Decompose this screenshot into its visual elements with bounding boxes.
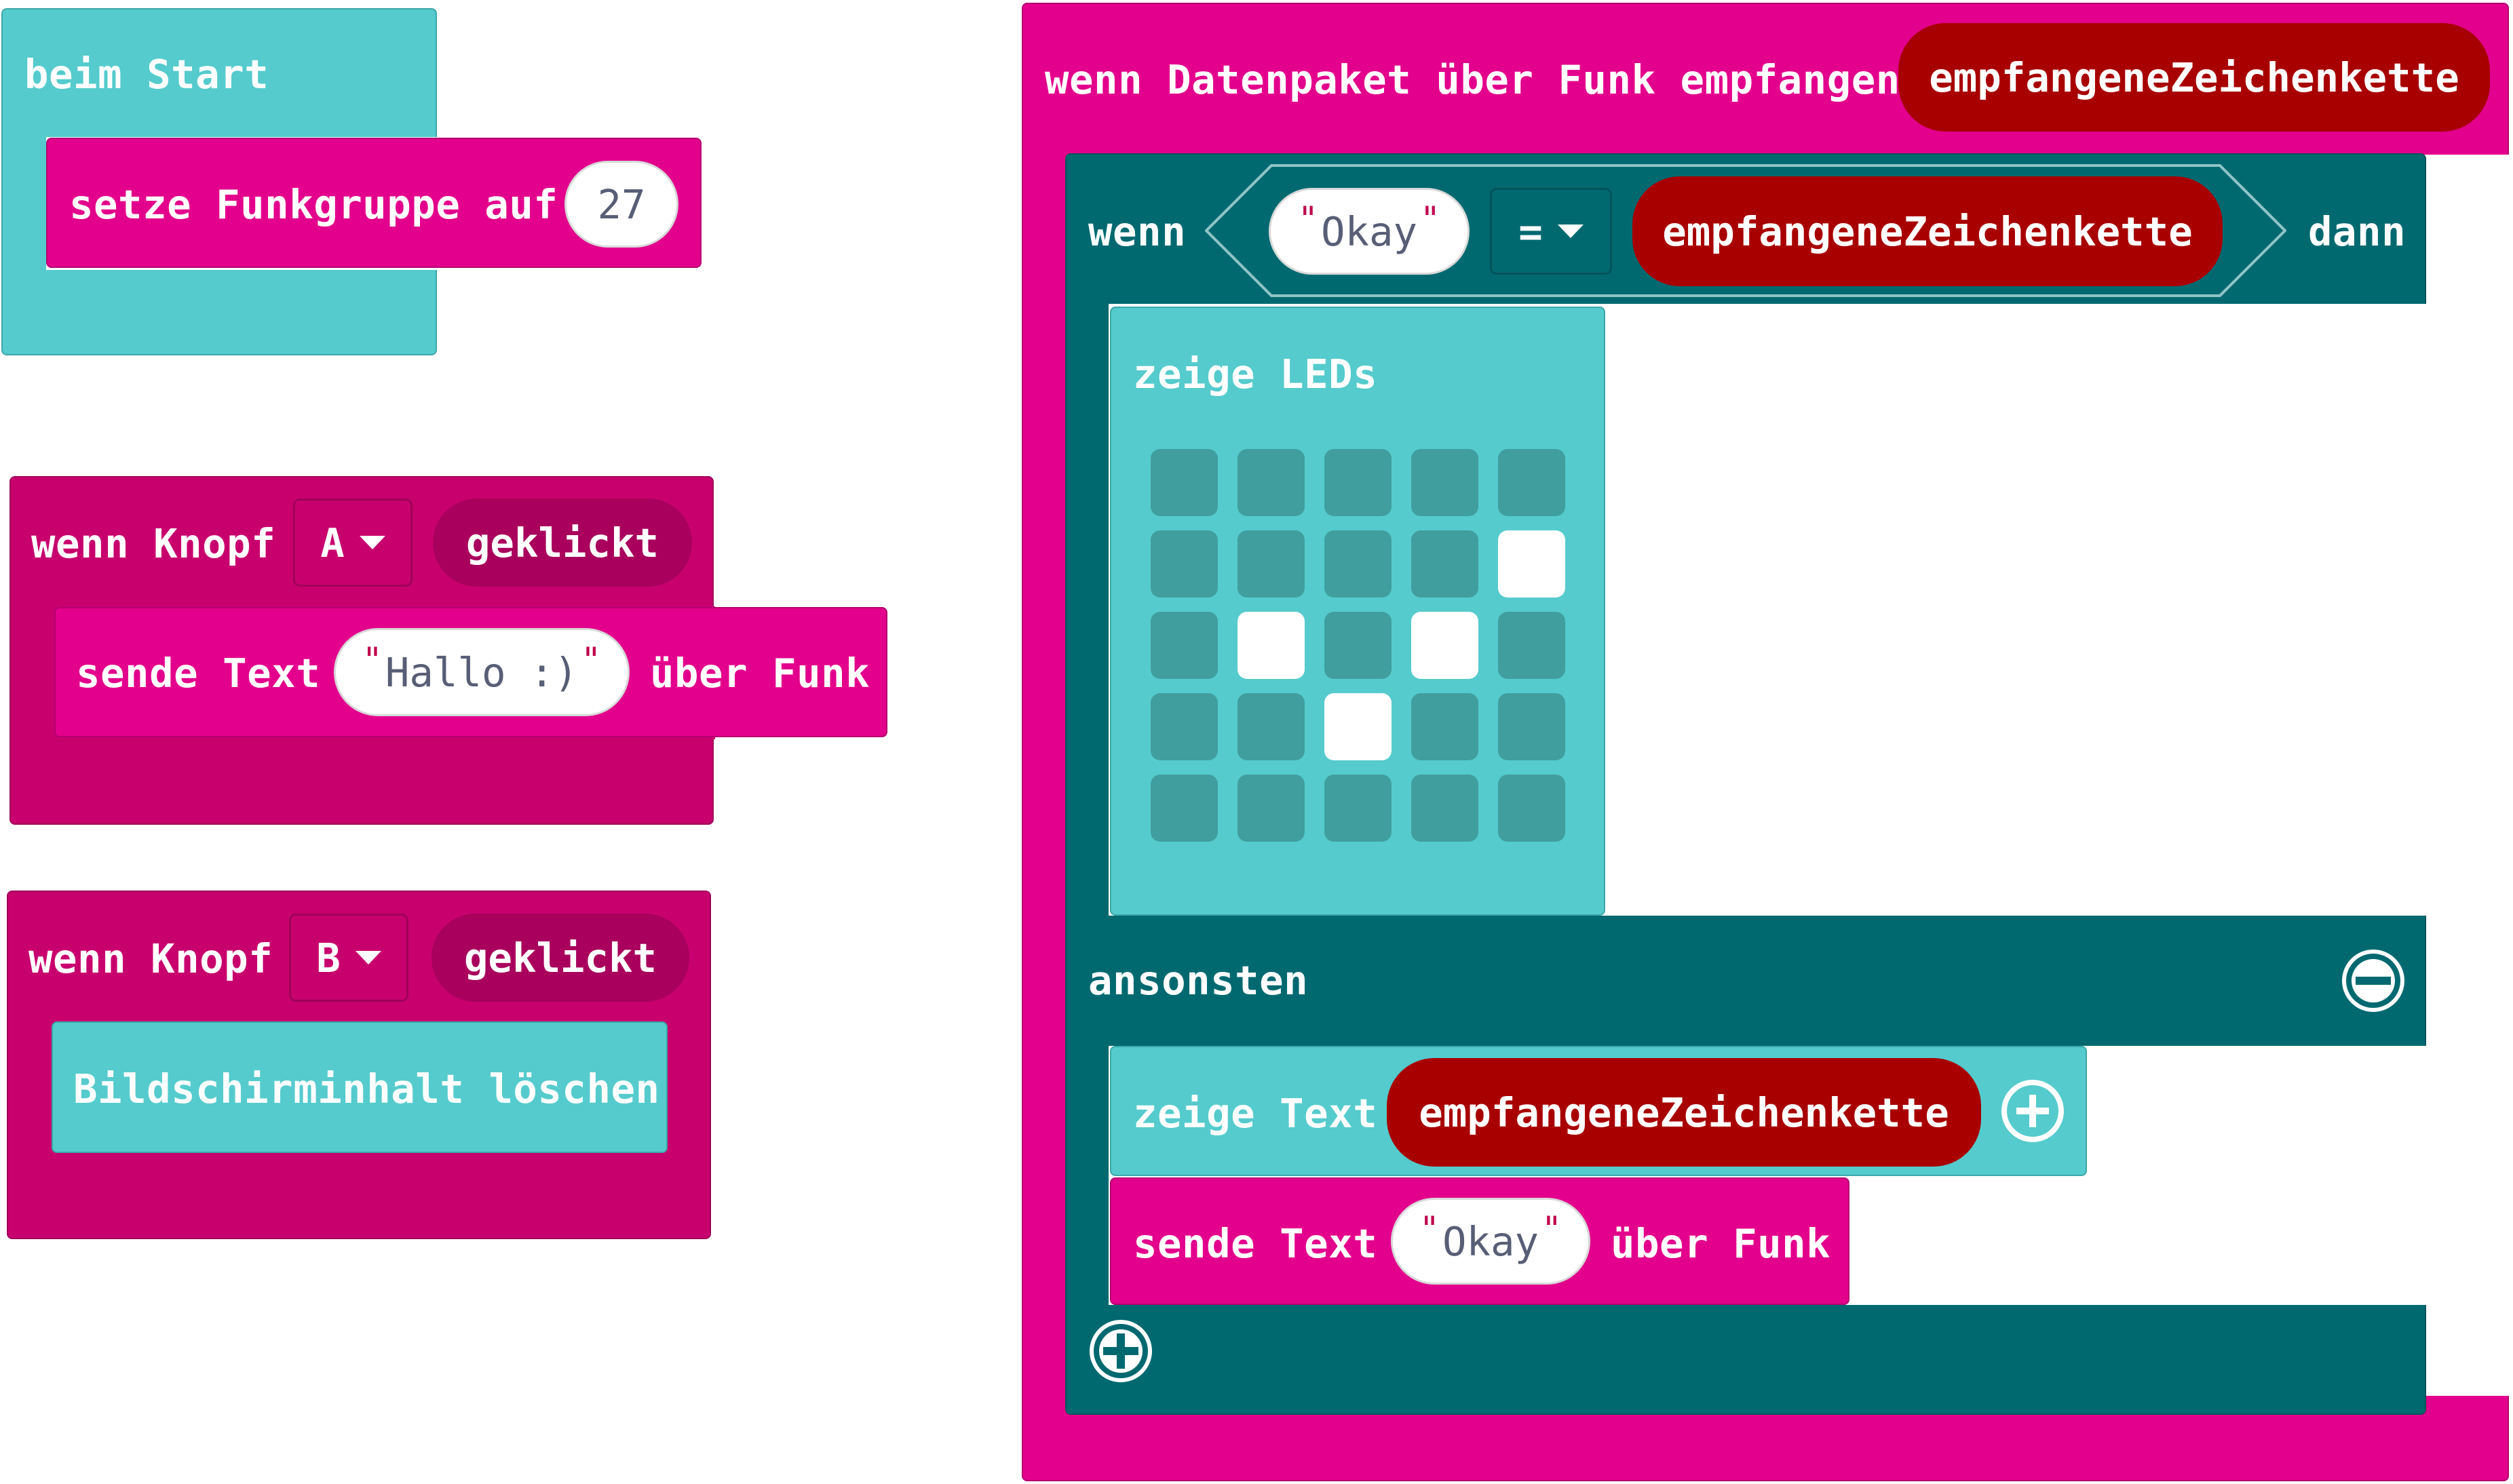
then-label: dann	[2308, 208, 2406, 255]
send-text-suffix-a: über Funk	[650, 650, 870, 697]
led-cell[interactable]	[1238, 775, 1305, 842]
compare-string-value[interactable]: " Okay "	[1269, 188, 1470, 275]
led-cell[interactable]	[1498, 530, 1565, 598]
on-start-label: beim Start	[24, 51, 269, 98]
led-cell[interactable]	[1238, 693, 1305, 760]
show-leds-label: zeige LEDs	[1133, 351, 1378, 397]
led-cell[interactable]	[1324, 693, 1392, 760]
add-arg-icon[interactable]	[2001, 1080, 2064, 1142]
radio-receive-label: wenn Datenpaket über Funk empfangen	[1045, 56, 1900, 103]
led-cell[interactable]	[1324, 612, 1392, 679]
button-a-value: A	[320, 519, 345, 566]
led-cell[interactable]	[1151, 530, 1218, 598]
dropdown-arrow-icon	[355, 951, 381, 964]
send-text-value-okay-text: Okay	[1442, 1217, 1539, 1265]
compare-operator-dropdown[interactable]: =	[1490, 188, 1612, 275]
send-text-prefix-okay: sende Text	[1133, 1220, 1378, 1267]
led-cell[interactable]	[1498, 775, 1565, 842]
radio-receive-param[interactable]: empfangeneZeichenkette	[1898, 23, 2490, 132]
button-a-event-pill[interactable]: geklickt	[433, 499, 692, 587]
dropdown-arrow-icon	[359, 536, 385, 549]
button-a-dropdown[interactable]: A	[293, 499, 413, 587]
remove-else-icon[interactable]	[2342, 950, 2404, 1012]
led-grid	[1151, 449, 1566, 844]
button-b-event-pill[interactable]: geklickt	[431, 914, 689, 1002]
send-text-suffix-okay: über Funk	[1611, 1220, 1831, 1267]
led-cell[interactable]	[1151, 775, 1218, 842]
compare-operator: =	[1518, 208, 1543, 255]
send-text-value-a[interactable]: " Hallo :) "	[334, 628, 630, 716]
button-b-value: B	[316, 934, 341, 981]
led-cell[interactable]	[1238, 612, 1305, 679]
show-text-label: zeige Text	[1133, 1090, 1378, 1137]
led-cell[interactable]	[1411, 693, 1478, 760]
send-text-value-okay[interactable]: " Okay "	[1391, 1198, 1590, 1285]
button-a-prefix: wenn Knopf	[31, 520, 276, 567]
led-cell[interactable]	[1411, 775, 1478, 842]
button-b-dropdown[interactable]: B	[289, 914, 408, 1002]
led-cell[interactable]	[1151, 449, 1218, 516]
led-cell[interactable]	[1324, 775, 1392, 842]
compare-string-text: Okay	[1320, 208, 1418, 255]
led-cell[interactable]	[1498, 449, 1565, 516]
if-label: wenn	[1088, 208, 1187, 255]
send-text-prefix-a: sende Text	[76, 650, 321, 697]
clear-screen-label: Bildschirminhalt löschen	[73, 1066, 660, 1112]
led-cell[interactable]	[1411, 612, 1478, 679]
led-cell[interactable]	[1151, 693, 1218, 760]
send-text-value-a-text: Hallo :)	[385, 648, 579, 696]
led-cell[interactable]	[1411, 530, 1478, 598]
button-b-prefix: wenn Knopf	[28, 935, 273, 982]
dropdown-arrow-icon	[1557, 224, 1584, 238]
led-cell[interactable]	[1498, 693, 1565, 760]
led-cell[interactable]	[1324, 449, 1392, 516]
else-label: ansonsten	[1088, 957, 1309, 1004]
led-cell[interactable]	[1498, 612, 1565, 679]
led-cell[interactable]	[1151, 612, 1218, 679]
compare-variable[interactable]: empfangeneZeichenkette	[1632, 176, 2223, 286]
led-cell[interactable]	[1238, 449, 1305, 516]
radio-group-value[interactable]: 27	[564, 161, 678, 248]
show-text-variable[interactable]: empfangeneZeichenkette	[1387, 1058, 1981, 1167]
led-cell[interactable]	[1411, 449, 1478, 516]
led-cell[interactable]	[1324, 530, 1392, 598]
set-radio-group-label: setze Funkgruppe auf	[69, 181, 558, 228]
add-else-if-icon[interactable]	[1090, 1320, 1152, 1382]
led-cell[interactable]	[1238, 530, 1305, 598]
